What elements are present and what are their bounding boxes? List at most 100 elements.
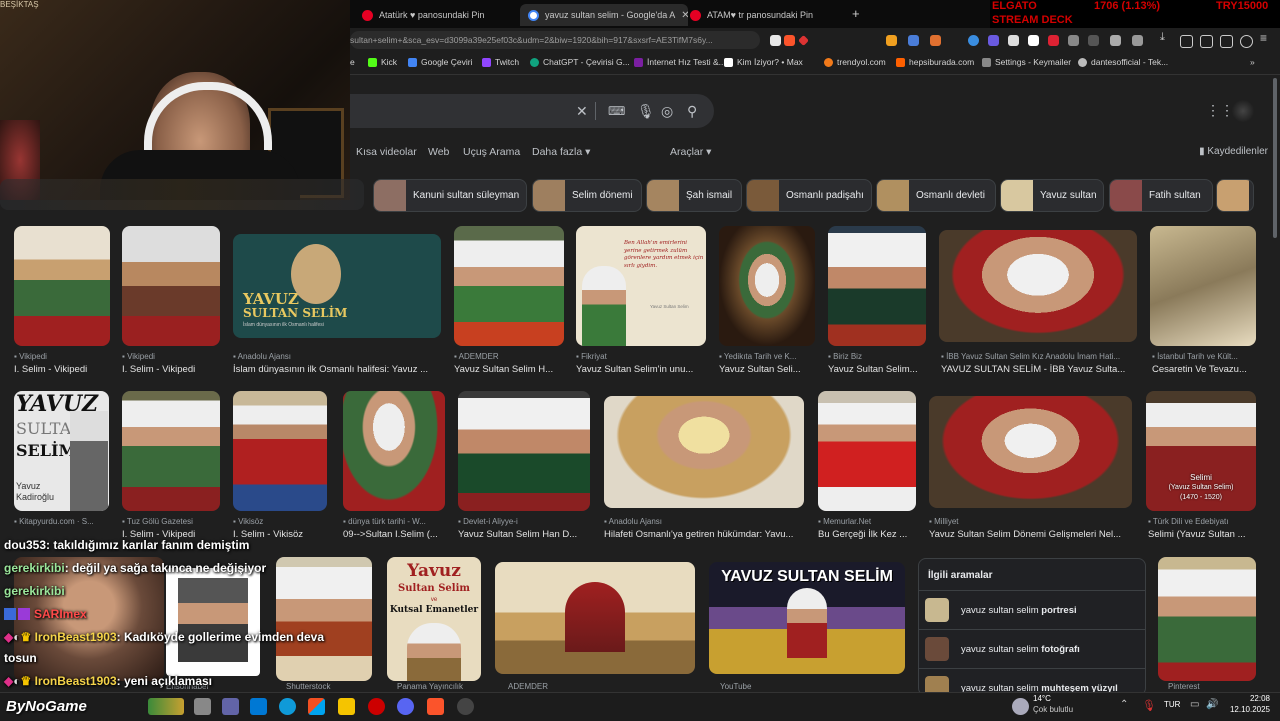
bookmark-trendyol[interactable]: trendyol.com [824,57,886,67]
result-image[interactable] [454,226,564,346]
tab-short-videos[interactable]: Kısa videolar [356,146,417,158]
opera-icon[interactable] [368,698,385,715]
clear-icon[interactable]: ✕ [576,103,588,120]
result-image[interactable] [929,396,1132,508]
bookmark-translate[interactable]: Google Çeviri [408,57,473,67]
extension-icon[interactable] [988,35,999,46]
brave-shield-icon[interactable] [784,35,795,46]
result-image[interactable] [495,562,695,674]
image-caption[interactable]: I. Selim - Vikipedi [122,364,218,375]
result-image[interactable] [14,226,110,346]
result-image[interactable] [1158,557,1256,681]
tab-google[interactable]: yavuz sultan selim - Google'da A ✕ [520,4,688,26]
bookmark-chatgpt[interactable]: ChatGPT - Çevirisi G... [530,57,630,67]
result-image[interactable]: YAVUZ SULTAN SELİM İslam dünyasının ilk … [233,234,441,338]
clock-date[interactable]: 12.10.2025 [1222,705,1270,714]
extension-icon[interactable] [1008,35,1019,46]
edge-icon[interactable] [279,698,296,715]
extension-icon[interactable] [1028,35,1039,46]
image-caption[interactable]: I. Selim - Vikipedi [14,364,110,375]
scrollbar-thumb[interactable] [1273,78,1277,238]
image-caption[interactable]: Bu Gerçeği İlk Kez ... [818,529,916,540]
extension-icon[interactable] [1068,35,1079,46]
outlook-icon[interactable] [250,698,267,715]
file-explorer-icon[interactable] [338,698,355,715]
taskview-icon[interactable] [194,698,211,715]
chip-kanuni[interactable]: Kanuni sultan süleyman [373,179,527,212]
tools-button[interactable]: Araçlar ▾ [670,146,711,158]
volume-icon[interactable]: 🔊 [1206,699,1218,710]
saved-button[interactable]: ▮ Kaydedilenler [1199,146,1268,157]
result-image[interactable]: YAVUZ SULTAN SELİM [709,562,905,674]
image-caption[interactable]: Yavuz Sultan Selim Han D... [458,529,590,540]
result-image[interactable]: YAVUZ SULTAN SELİM Yavuz Kadiroğlu [14,391,109,511]
bookmark-hepsiburada[interactable]: hepsiburada.com [896,57,974,67]
tab-pinterest-2[interactable]: ATAM♥ tr panosundaki Pin [690,4,840,26]
result-image[interactable] [122,226,220,346]
wallet-icon[interactable] [1200,35,1213,48]
extension-icon[interactable] [1132,35,1143,46]
bookmark-item[interactable]: e [350,57,355,67]
result-image[interactable] [276,557,372,681]
extension-icon[interactable] [908,35,919,46]
download-icon[interactable]: ⤓ [1160,31,1171,43]
store-icon[interactable] [308,698,325,715]
chip-fatih-sultan[interactable]: Fatih sultan [1109,179,1213,212]
related-search-item[interactable]: yavuz sultan selim portresi [919,590,1145,629]
chip-more[interactable] [1216,179,1254,212]
related-search-item[interactable]: yavuz sultan selim fotoğrafı [919,629,1145,668]
sidebar-icon[interactable] [1180,35,1193,48]
tab-web[interactable]: Web [428,146,449,158]
new-tab-button[interactable]: + [852,6,860,21]
tab-flights[interactable]: Uçuş Arama [463,146,520,158]
brave-icon[interactable] [427,698,444,715]
bookmark-max[interactable]: Kim İziyor? • Max [724,57,803,67]
clock-time[interactable]: 22:08 [1230,694,1270,703]
extension-icon[interactable] [1048,35,1059,46]
discord-icon[interactable] [397,698,414,715]
image-caption[interactable]: Selimi (Yavuz Sultan ... [1148,529,1256,540]
chip-osmanli-padisahi[interactable]: Osmanlı padişahı [746,179,872,212]
close-icon[interactable]: ✕ [681,10,688,21]
teams-icon[interactable] [222,698,239,715]
mic-muted-icon[interactable]: 🎙 [1142,699,1156,712]
result-image[interactable] [458,391,590,511]
widget-icon[interactable] [148,698,184,715]
star-icon[interactable] [770,35,781,46]
obs-icon[interactable] [457,698,474,715]
mic-icon[interactable]: 🎙 [637,103,655,120]
image-caption[interactable]: Yavuz Sultan Selim H... [454,364,564,375]
address-bar[interactable]: sultan+selim+&sca_esv=d3099a39e25ef03c&u… [350,31,760,49]
tab-more[interactable]: Daha fazla ▾ [532,146,590,158]
bookmark-dantes[interactable]: dantesofficial - Tek... [1078,57,1168,67]
result-image[interactable]: Selimi (Yavuz Sultan Selim) (1470 - 1520… [1146,391,1256,511]
language-indicator[interactable]: TUR [1164,700,1180,709]
screenshot-icon[interactable] [1220,35,1233,48]
keyboard-icon[interactable]: ⌨ [608,104,625,118]
result-image[interactable] [939,230,1137,342]
image-caption[interactable]: Yavuz Sultan Selim'in unu... [576,364,706,375]
apps-icon[interactable]: ⋮⋮ [1206,102,1234,119]
chip-sah-ismail[interactable]: Şah ismail [646,179,742,212]
image-caption[interactable]: Yavuz Sultan Selim... [828,364,926,375]
result-image[interactable] [604,396,804,508]
bookmark-kick[interactable]: Kick [368,57,397,67]
tab-pinterest-1[interactable]: Atatürk ♥ panosundaki Pin [362,4,522,26]
rewards-icon[interactable] [798,35,809,46]
extension-icon[interactable] [886,35,897,46]
search-box[interactable]: ✕ ⌨ 🎙 ◎ ⚲ [350,94,714,128]
chip-osmanli-devleti[interactable]: Osmanlı devleti [876,179,996,212]
extension-icon[interactable] [968,35,979,46]
search-icon[interactable]: ⚲ [687,103,697,120]
image-caption[interactable]: Cesaretin Ve Tevazu... [1152,364,1256,375]
vpn-icon[interactable] [1240,35,1253,48]
extension-icon[interactable] [930,35,941,46]
result-image[interactable]: Ben Allah'ın emirlerini yerine getirmek … [576,226,706,346]
bookmarks-more-icon[interactable]: » [1250,57,1255,67]
extension-icon[interactable] [1088,35,1099,46]
result-image[interactable] [828,226,926,346]
tray-chevron-icon[interactable]: ⌃ [1120,699,1128,710]
network-icon[interactable]: ▭ [1190,699,1199,710]
extension-icon[interactable] [1110,35,1121,46]
result-image[interactable] [719,226,815,346]
